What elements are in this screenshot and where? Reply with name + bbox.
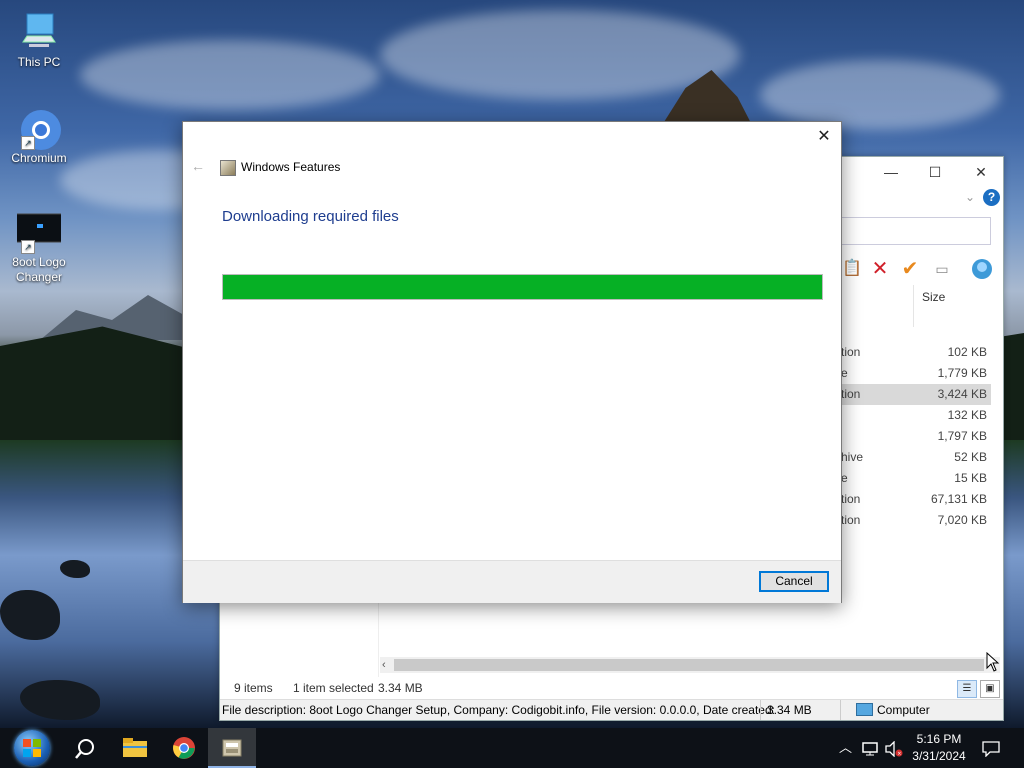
selection-count: 1 item selected — [293, 681, 374, 695]
file-explorer-button[interactable] — [110, 728, 158, 768]
progress-bar — [222, 274, 823, 300]
network-icon[interactable] — [862, 728, 880, 768]
dialog-close-button[interactable]: ✕ — [809, 126, 839, 148]
file-size-cell: 15 KB — [954, 471, 987, 485]
file-row[interactable]: 1,797 KB — [820, 426, 991, 447]
boot-logo-changer-icon: ↗ — [15, 212, 63, 254]
start-button[interactable] — [4, 728, 52, 768]
windows-features-taskbar-button[interactable] — [208, 728, 256, 768]
file-row[interactable]: tion 3,424 KB — [820, 384, 991, 405]
volume-muted-icon[interactable]: × — [885, 728, 903, 768]
close-button[interactable]: ✕ — [958, 157, 1004, 187]
item-count: 9 items — [234, 681, 273, 695]
status-bar: 9 items 1 item selected 3.34 MB ☰ ▣ — [220, 677, 1003, 699]
file-size-cell: 132 KB — [947, 408, 987, 422]
file-size-cell: 102 KB — [947, 345, 987, 359]
windows-features-icon — [220, 160, 236, 176]
chromium-icon: ↗ — [17, 108, 61, 150]
shortcut-arrow-icon: ↗ — [21, 240, 35, 254]
cloud — [380, 10, 740, 100]
file-type-cell: tion — [841, 513, 861, 527]
maximize-button[interactable]: ☐ — [912, 157, 958, 187]
chrome-button[interactable] — [160, 728, 208, 768]
windows-features-dialog[interactable]: ✕ ← Windows Features Downloading require… — [182, 121, 842, 603]
file-explorer-icon — [123, 738, 147, 757]
file-description: File description: 8oot Logo Changer Setu… — [222, 703, 775, 717]
checkmark-icon[interactable]: ✔ — [898, 257, 922, 281]
file-row[interactable]: tion 67,131 KB — [820, 489, 991, 510]
file-type-cell: tion — [841, 345, 861, 359]
svg-text:×: × — [897, 751, 901, 757]
file-type-cell: tion — [841, 492, 861, 506]
file-size-cell: 67,131 KB — [930, 492, 987, 506]
search-button[interactable] — [60, 728, 108, 768]
minimize-button[interactable]: — — [868, 157, 914, 187]
cloud — [760, 60, 1000, 130]
file-row[interactable]: tion 7,020 KB — [820, 510, 991, 531]
delete-icon[interactable]: ✕ — [868, 257, 892, 281]
ribbon-expand-chevron-icon[interactable]: ⌄ — [965, 190, 975, 204]
shell-icon[interactable] — [970, 257, 994, 281]
windows-features-icon — [222, 739, 242, 757]
file-size-cell: 52 KB — [954, 450, 987, 464]
column-header-label: Size — [922, 290, 946, 304]
clock-date: 3/31/2024 — [912, 749, 966, 763]
desktop-icon-this-pc[interactable]: This PC — [3, 12, 75, 70]
notification-center-icon[interactable] — [982, 728, 1000, 768]
file-size-cell: 3,424 KB — [937, 387, 987, 401]
file-row[interactable]: e 15 KB — [820, 468, 991, 489]
progress-fill — [223, 275, 822, 299]
clock-time: 5:16 PM — [916, 732, 962, 746]
mouse-cursor-icon — [986, 652, 1000, 672]
windows-logo-icon — [14, 730, 50, 766]
column-header-size[interactable]: Size — [913, 285, 994, 327]
desktop-icon-label: This PC — [17, 55, 61, 69]
cancel-button[interactable]: Cancel — [759, 571, 829, 592]
file-size-cell: 1,779 KB — [937, 366, 987, 380]
file-size-cell: 1,797 KB — [937, 429, 987, 443]
selection-size: 3.34 MB — [378, 681, 423, 695]
details-view-icon[interactable]: ☰ — [957, 680, 977, 698]
desktop-icon-boot-logo-changer[interactable]: ↗ 8oot Logo Changer — [3, 212, 75, 285]
desktop-icon-chromium[interactable]: ↗ Chromium — [3, 108, 75, 166]
desktop-icon-label: 8oot Logo Changer — [12, 255, 66, 284]
dialog-heading: Downloading required files — [222, 208, 399, 225]
file-type-cell: e — [841, 471, 848, 485]
scroll-left-icon[interactable]: ‹ — [382, 657, 386, 673]
horizontal-scrollbar[interactable]: ‹ — [380, 657, 1000, 673]
details-bar: File description: 8oot Logo Changer Setu… — [220, 699, 1003, 720]
file-size: 3.34 MB — [760, 700, 812, 720]
file-row[interactable]: tion 102 KB — [820, 342, 991, 363]
dialog-footer: Cancel — [183, 560, 841, 603]
dialog-title: Windows Features — [241, 160, 341, 174]
this-pc-icon — [17, 12, 61, 52]
taskbar-clock[interactable]: 5:16 PM 3/31/2024 — [903, 731, 975, 765]
file-row[interactable]: hive 52 KB — [820, 447, 991, 468]
shortcut-arrow-icon: ↗ — [21, 136, 35, 150]
desktop-icon-label: Chromium — [11, 151, 67, 165]
computer-icon — [856, 703, 873, 716]
help-icon[interactable]: ? — [983, 189, 1000, 206]
large-icons-view-icon[interactable]: ▣ — [980, 680, 1000, 698]
show-hidden-icons-icon[interactable]: ︿ — [839, 728, 852, 768]
file-type-cell: hive — [841, 450, 864, 464]
scrollbar-thumb[interactable] — [394, 659, 984, 671]
file-type-cell: e — [841, 366, 848, 380]
file-size-cell: 7,020 KB — [937, 513, 987, 527]
search-box[interactable] — [820, 217, 991, 245]
file-type-cell: tion — [841, 387, 861, 401]
file-row[interactable]: e 1,779 KB — [820, 363, 991, 384]
paste-icon[interactable]: 📋 — [840, 257, 864, 281]
file-row[interactable]: 132 KB — [820, 405, 991, 426]
rename-icon[interactable]: ▭ — [930, 257, 954, 281]
search-icon — [75, 739, 94, 759]
chrome-icon — [173, 737, 195, 759]
location-label: Computer — [840, 700, 930, 720]
back-arrow-icon[interactable]: ← — [191, 158, 205, 174]
taskbar: ︿ × 5:16 PM 3/31/2024 — [0, 728, 1024, 768]
cloud — [80, 40, 380, 110]
